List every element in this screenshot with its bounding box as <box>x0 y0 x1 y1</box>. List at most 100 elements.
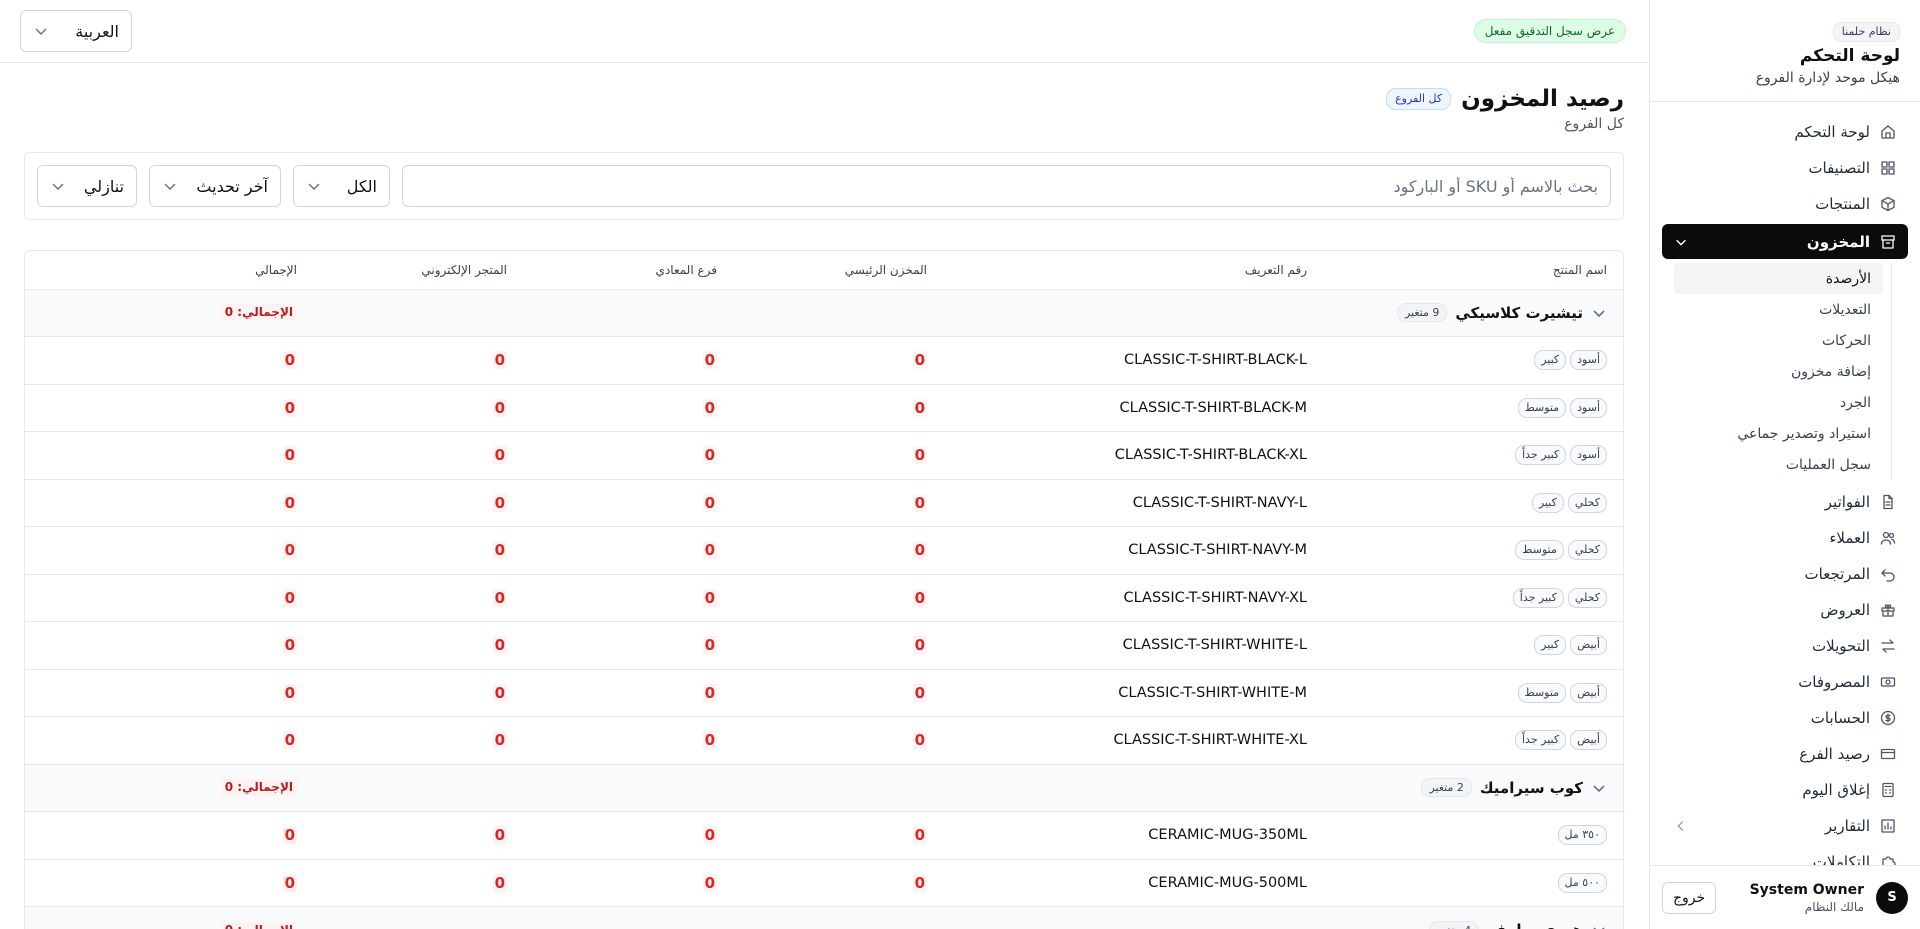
sidebar-nav-item[interactable]: المرتجعات <box>1662 556 1908 592</box>
sidebar-nav-item[interactable]: التصنيفات <box>1662 150 1908 186</box>
stock-cell: 0 <box>313 574 523 622</box>
stock-cell: 0 <box>523 811 733 860</box>
sidebar-nav-item[interactable]: المخزون <box>1662 224 1908 259</box>
column-header-main-warehouse[interactable]: المخزن الرئيسي <box>733 251 943 290</box>
sort-order-select[interactable]: تنازلي <box>37 165 137 207</box>
product-group-row[interactable]: هودي بولوفر 4 متغير الإجمالي: 0 <box>25 906 1623 929</box>
column-header-maadi-branch[interactable]: فرع المعادي <box>523 251 733 290</box>
sidebar-subnav-item[interactable]: الأرصدة <box>1674 263 1883 294</box>
sidebar-nav-item[interactable]: إغلاق اليوم <box>1662 772 1908 808</box>
sidebar-nav-item[interactable]: الحسابات <box>1662 700 1908 736</box>
product-group-row[interactable]: كوب سيراميك 2 متغير الإجمالي: 0 <box>25 764 1623 812</box>
table-row[interactable]: أبيض كبير CLASSIC-T-SHIRT-WHITE-L 0 0 0 0 <box>25 621 1623 670</box>
sidebar-subnav-item[interactable]: التعديلات <box>1674 294 1883 325</box>
sku-cell: CLASSIC-T-SHIRT-NAVY-L <box>943 479 1323 527</box>
table-row[interactable]: ٣٥٠ مل CERAMIC-MUG-350ML 0 0 0 0 <box>25 811 1623 860</box>
product-group-row[interactable]: تيشيرت كلاسيكي 9 متغير الإجمالي: 0 <box>25 289 1623 337</box>
sidebar-nav-item[interactable]: رصيد الفرع <box>1662 736 1908 772</box>
column-header-total[interactable]: الإجمالي <box>25 251 313 290</box>
variant-attribute-badge: كبير جداً <box>1512 587 1564 608</box>
gift-icon <box>1880 602 1896 618</box>
logout-button[interactable]: خروج <box>1662 881 1717 914</box>
stock-value: 0 <box>492 541 507 560</box>
sku-value: CLASSIC-T-SHIRT-WHITE-L <box>1122 637 1307 654</box>
sidebar-nav-label: العملاء <box>1829 529 1870 547</box>
sidebar-subnav-item[interactable]: استيراد وتصدير جماعي <box>1674 418 1883 449</box>
stock-value: 0 <box>702 731 717 750</box>
sku-cell: CLASSIC-T-SHIRT-WHITE-XL <box>943 716 1323 765</box>
grid-icon <box>1880 160 1896 176</box>
stock-cell: 0 <box>733 716 943 765</box>
chevron-down-icon[interactable] <box>1591 922 1607 929</box>
inventory-table: اسم المنتج رقم التعريف المخزن الرئيسي فر… <box>24 250 1624 929</box>
sidebar-subnav-item[interactable]: سجل العمليات <box>1674 449 1883 480</box>
sidebar-subnav-item[interactable]: الحركات <box>1674 325 1883 356</box>
stock-value: 0 <box>492 873 507 892</box>
table-row[interactable]: أسود كبير جداً CLASSIC-T-SHIRT-BLACK-XL 0 0 0… <box>25 431 1623 480</box>
stock-cell: 0 <box>523 526 733 575</box>
table-row[interactable]: ٥٠٠ مل CERAMIC-MUG-500ML 0 0 0 0 <box>25 859 1623 907</box>
stock-value: 0 <box>702 826 717 845</box>
status-select[interactable]: الكل <box>293 165 390 207</box>
sku-value: CERAMIC-MUG-500ML <box>1148 874 1307 891</box>
sidebar-nav-item[interactable]: العروض <box>1662 592 1908 628</box>
stock-cell: 0 <box>313 669 523 717</box>
stock-cell: 0 <box>313 336 523 385</box>
stock-cell: 0 <box>523 859 733 907</box>
table-row[interactable]: أبيض متوسط CLASSIC-T-SHIRT-WHITE-M 0 0 0 0 <box>25 669 1623 717</box>
language-select[interactable]: العربية <box>20 10 132 52</box>
sidebar-nav-item[interactable]: التحويلات <box>1662 628 1908 664</box>
variant-cell: ٣٥٠ مل <box>1323 811 1623 860</box>
stock-value: 0 <box>702 588 717 607</box>
stock-cell: 0 <box>523 336 733 385</box>
sidebar-nav-item[interactable]: التقارير <box>1662 808 1908 844</box>
table-row[interactable]: كحلي كبير جداً CLASSIC-T-SHIRT-NAVY-XL 0 0 0 0 <box>25 574 1623 622</box>
table-row[interactable]: أسود متوسط CLASSIC-T-SHIRT-BLACK-M 0 0 0 0 <box>25 384 1623 432</box>
stock-cell: 0 <box>523 621 733 670</box>
stock-value: 0 <box>282 493 297 512</box>
sidebar-subnav-item[interactable]: إضافة مخزون <box>1674 356 1883 387</box>
stock-cell: 0 <box>313 716 523 765</box>
sidebar-nav-item[interactable]: الفواتير <box>1662 484 1908 520</box>
variant-attribute-badge: كحلي <box>1567 587 1607 608</box>
variant-attributes: أبيض كبير <box>1339 635 1607 656</box>
column-header-online-store[interactable]: المتجر الإلكتروني <box>313 251 523 290</box>
stock-value: 0 <box>492 588 507 607</box>
search-input[interactable] <box>402 165 1611 207</box>
sidebar-nav-item[interactable]: المصروفات <box>1662 664 1908 700</box>
stock-value: 0 <box>912 636 927 655</box>
sidebar-subnav-item[interactable]: الجرد <box>1674 387 1883 418</box>
sort-by-select[interactable]: آخر تحديث <box>149 165 281 207</box>
stock-cell: 0 <box>25 384 313 432</box>
audit-log-badge: عرض سجل التدقيق مفعل <box>1473 19 1626 43</box>
variants-count-badge: 2 متغير <box>1421 778 1472 798</box>
table-row[interactable]: كحلي متوسط CLASSIC-T-SHIRT-NAVY-M 0 0 0 0 <box>25 526 1623 575</box>
variant-attribute-badge: كحلي <box>1567 492 1607 513</box>
home-icon <box>1880 124 1896 140</box>
variant-cell: ٥٠٠ مل <box>1323 859 1623 907</box>
sidebar-nav-label: إغلاق اليوم <box>1802 781 1870 799</box>
sidebar-nav-item[interactable]: العملاء <box>1662 520 1908 556</box>
page-subtitle: كل الفروع <box>1564 116 1624 132</box>
table-row[interactable]: أبيض كبير جداً CLASSIC-T-SHIRT-WHITE-XL 0 0 0… <box>25 716 1623 765</box>
chevron-down-icon[interactable] <box>1591 780 1607 796</box>
stock-cell: 0 <box>523 669 733 717</box>
sku-value: CLASSIC-T-SHIRT-WHITE-M <box>1118 684 1307 701</box>
chevron-down-icon[interactable] <box>1591 305 1607 321</box>
table-row[interactable]: أسود كبير CLASSIC-T-SHIRT-BLACK-L 0 0 0 0 <box>25 336 1623 385</box>
chart-icon <box>1880 818 1896 834</box>
table-row[interactable]: كحلي كبير CLASSIC-T-SHIRT-NAVY-L 0 0 0 0 <box>25 479 1623 527</box>
variant-attributes: ٥٠٠ مل <box>1339 872 1607 893</box>
stock-value: 0 <box>912 446 927 465</box>
stock-value: 0 <box>702 541 717 560</box>
column-header-product-name[interactable]: اسم المنتج <box>1323 251 1623 290</box>
sidebar-nav-item[interactable]: لوحة التحكم <box>1662 114 1908 150</box>
sku-cell: CLASSIC-T-SHIRT-BLACK-M <box>943 384 1323 432</box>
stock-cell: 0 <box>25 479 313 527</box>
variant-attribute-badge: كبير <box>1534 635 1567 656</box>
variant-attributes: أسود كبير <box>1339 350 1607 371</box>
variants-count-badge: 9 متغير <box>1396 303 1448 323</box>
sidebar-nav-item[interactable]: المنتجات <box>1662 186 1908 222</box>
column-header-sku[interactable]: رقم التعريف <box>943 251 1323 290</box>
stock-cell: 0 <box>733 384 943 432</box>
